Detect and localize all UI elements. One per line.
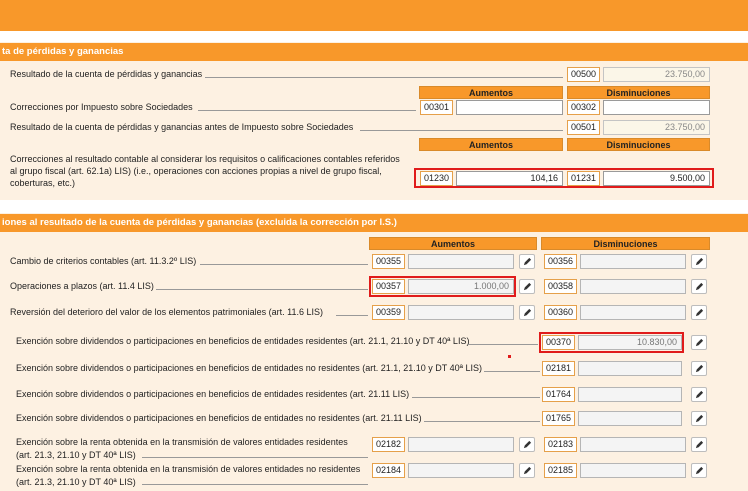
row-operaciones-plazos-label: Operaciones a plazos (art. 11.4 LIS): [10, 281, 154, 291]
code-00355: 00355: [372, 254, 405, 269]
red-marker: [508, 355, 511, 358]
code-00301: 00301: [420, 100, 453, 115]
pencil-icon[interactable]: [519, 437, 535, 452]
code-00356: 00356: [544, 254, 577, 269]
row-exencion-dividendos-no-residentes-2111-label: Exención sobre dividendos o participacio…: [16, 413, 422, 423]
correcciones-is-aumentos-input[interactable]: [456, 100, 563, 115]
pencil-icon[interactable]: [691, 437, 707, 452]
row-correcciones-is-label: Correcciones por Impuesto sobre Sociedad…: [10, 102, 193, 112]
section2-title: iones al resultado de la cuenta de pérdi…: [0, 214, 748, 232]
col-aumentos-header: Aumentos: [419, 86, 563, 99]
col-disminuciones-header: Disminuciones: [541, 237, 710, 250]
exencion-residentes-2111-disminuciones-input[interactable]: [578, 387, 682, 402]
col-aumentos-header: Aumentos: [419, 138, 563, 151]
code-00357: 00357: [372, 279, 405, 294]
leader-line: [360, 130, 563, 131]
code-00500: 00500: [567, 67, 600, 82]
row-exencion-transmision-residentes-label-1: Exención sobre la renta obtenida en la t…: [16, 437, 348, 447]
code-02184: 02184: [372, 463, 405, 478]
grupo-fiscal-disminuciones-input[interactable]: 9.500,00: [603, 171, 710, 186]
grupo-fiscal-aumentos-input[interactable]: 104,16: [456, 171, 563, 186]
pencil-icon[interactable]: [519, 305, 535, 320]
code-02182: 02182: [372, 437, 405, 452]
leader-line: [336, 315, 368, 316]
code-00359: 00359: [372, 305, 405, 320]
operaciones-plazos-aumentos-input[interactable]: 1.000,00: [408, 279, 514, 294]
leader-line: [142, 484, 368, 485]
pencil-icon[interactable]: [519, 279, 535, 294]
code-00358: 00358: [544, 279, 577, 294]
transmision-no-residentes-aumentos-input[interactable]: [408, 463, 514, 478]
code-01231: 01231: [567, 171, 600, 186]
code-02185: 02185: [544, 463, 577, 478]
resultado-field: 23.750,00: [603, 67, 710, 82]
reversion-deterioro-aumentos-input[interactable]: [408, 305, 514, 320]
leader-line: [484, 371, 540, 372]
leader-line: [156, 289, 368, 290]
pencil-icon[interactable]: [691, 387, 707, 402]
exencion-no-residentes-disminuciones-input[interactable]: [578, 361, 682, 376]
row-exencion-dividendos-residentes-2111-label: Exención sobre dividendos o participacio…: [16, 389, 410, 399]
code-01230: 01230: [420, 171, 453, 186]
row-exencion-transmision-residentes-label-2: (art. 21.3, 21.10 y DT 40ª LIS): [16, 450, 136, 460]
leader-line: [468, 344, 538, 345]
pencil-icon[interactable]: [691, 254, 707, 269]
transmision-residentes-disminuciones-input[interactable]: [580, 437, 686, 452]
section1-title: ta de pérdidas y ganancias: [0, 43, 748, 61]
leader-line: [142, 457, 368, 458]
code-00501: 00501: [567, 120, 600, 135]
row-exencion-dividendos-no-residentes-label: Exención sobre dividendos o participacio…: [16, 363, 482, 373]
row-correcciones-grupo-fiscal-label: Correcciones al resultado contable al co…: [10, 154, 400, 188]
code-01765: 01765: [542, 411, 575, 426]
leader-line: [424, 421, 540, 422]
row-resultado-label: Resultado de la cuenta de pérdidas y gan…: [10, 69, 203, 79]
code-00370: 00370: [542, 335, 575, 350]
pencil-icon[interactable]: [691, 279, 707, 294]
row-resultado-antes-is-label: Resultado de la cuenta de pérdidas y gan…: [10, 122, 354, 132]
exencion-residentes-disminuciones-input[interactable]: 10.830,00: [578, 335, 682, 350]
row-exencion-transmision-no-residentes-label-1: Exención sobre la renta obtenida en la t…: [16, 464, 361, 474]
pencil-icon[interactable]: [519, 463, 535, 478]
code-01764: 01764: [542, 387, 575, 402]
pencil-icon[interactable]: [691, 361, 707, 376]
reversion-deterioro-disminuciones-input[interactable]: [580, 305, 686, 320]
code-02181: 02181: [542, 361, 575, 376]
leader-line: [205, 77, 563, 78]
resultado-antes-is-field: 23.750,00: [603, 120, 710, 135]
row-exencion-dividendos-residentes-label: Exención sobre dividendos o participacio…: [16, 336, 470, 346]
col-disminuciones-header: Disminuciones: [567, 86, 710, 99]
exencion-no-residentes-2111-disminuciones-input[interactable]: [578, 411, 682, 426]
col-aumentos-header: Aumentos: [369, 237, 537, 250]
transmision-residentes-aumentos-input[interactable]: [408, 437, 514, 452]
transmision-no-residentes-disminuciones-input[interactable]: [580, 463, 686, 478]
pencil-icon[interactable]: [691, 305, 707, 320]
code-00302: 00302: [567, 100, 600, 115]
col-disminuciones-header: Disminuciones: [567, 138, 710, 151]
leader-line: [198, 110, 416, 111]
leader-line: [200, 264, 368, 265]
cambio-criterios-disminuciones-input[interactable]: [580, 254, 686, 269]
code-02183: 02183: [544, 437, 577, 452]
row-exencion-transmision-no-residentes-label-2: (art. 21.3, 21.10 y DT 40ª LIS): [16, 477, 136, 487]
top-banner: [0, 0, 748, 31]
leader-line: [412, 397, 540, 398]
cambio-criterios-aumentos-input[interactable]: [408, 254, 514, 269]
row-reversion-deterioro-label: Reversión del deterioro del valor de los…: [10, 307, 323, 317]
code-00360: 00360: [544, 305, 577, 320]
pencil-icon[interactable]: [519, 254, 535, 269]
pencil-icon[interactable]: [691, 335, 707, 350]
row-cambio-criterios-label: Cambio de criterios contables (art. 11.3…: [10, 256, 197, 266]
correcciones-is-disminuciones-input[interactable]: [603, 100, 710, 115]
pencil-icon[interactable]: [691, 463, 707, 478]
operaciones-plazos-disminuciones-input[interactable]: [580, 279, 686, 294]
pencil-icon[interactable]: [691, 411, 707, 426]
